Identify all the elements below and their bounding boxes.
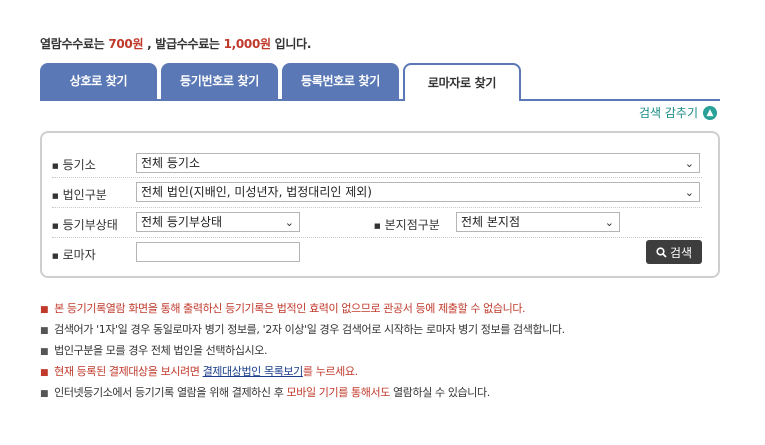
notice-text: 현재 등록된 결제대상을 보시려면 xyxy=(54,365,203,378)
fee-text: 입니다. xyxy=(270,37,312,51)
bullet-icon: ■ xyxy=(52,191,59,200)
search-panel: ■ 등기소 전체 등기소 ⌄ ■ 법인구분 전체 법인(지배인, 미성년자, 법정대… xyxy=(40,131,720,278)
tab-search-by-name[interactable]: 상호로 찾기 xyxy=(40,63,157,101)
chevron-down-icon: ⌄ xyxy=(684,186,694,199)
bullet-icon: ■ xyxy=(52,251,59,260)
corp-type-label: ■ 법인구분 xyxy=(52,186,107,203)
search-button[interactable]: 검색 xyxy=(646,240,702,264)
notice-text: 법인구분을 모를 경우 전체 법인을 선택하십시오. xyxy=(54,344,268,357)
row-romaji: ■ 로마자 xyxy=(52,238,702,268)
corp-type-label-text: 법인구분 xyxy=(62,188,107,202)
reg-status-select[interactable]: 전체 등기부상태 ⌄ xyxy=(136,212,300,232)
row-corp-type: ■ 법인구분 전체 법인(지배인, 미성년자, 법정대리인 제외) ⌄ xyxy=(52,178,702,208)
chevron-down-icon: ⌄ xyxy=(284,216,294,229)
bullet-icon: ■ xyxy=(40,326,49,336)
notice-text-highlight: 모바일 기기를 통해서도 xyxy=(286,386,391,399)
registry-office-select[interactable]: 전체 등기소 ⌄ xyxy=(136,153,700,173)
reg-status-value: 전체 등기부상태 xyxy=(141,215,223,229)
bullet-icon: ■ xyxy=(40,347,49,357)
romaji-input[interactable] xyxy=(136,242,300,262)
notice-item: ■ 현재 등록된 결제대상을 보시려면 결제대상법인 목록보기를 누르세요. xyxy=(40,362,730,383)
registry-office-label: ■ 등기소 xyxy=(52,156,96,173)
row-registry-office: ■ 등기소 전체 등기소 ⌄ xyxy=(52,148,702,178)
notice-item: ■ 본 등기기록열람 화면을 통해 출력하신 등기기록은 법적인 효력이 없으므로… xyxy=(40,299,730,320)
branch-type-label: ■ 본지점구분 xyxy=(374,216,440,233)
notice-text: 검색어가 '1자'일 경우 동일로마자 병기 정보를, '2자 이상'일 경우 … xyxy=(54,323,565,336)
tab-search-by-reg-number[interactable]: 등기번호로 찾기 xyxy=(161,63,278,101)
reg-status-label: ■ 등기부상태 xyxy=(52,216,118,233)
notice-item: ■ 검색어가 '1자'일 경우 동일로마자 병기 정보를, '2자 이상'일 경우… xyxy=(40,320,730,341)
bullet-icon: ■ xyxy=(52,221,59,230)
notice-list: ■ 본 등기기록열람 화면을 통해 출력하신 등기기록은 법적인 효력이 없으므로… xyxy=(40,299,730,404)
notice-item: ■ 인터넷등기소에서 등기기록 열람을 위해 결제하신 후 모바일 기기를 통해서… xyxy=(40,383,730,404)
notice-text: 열람하실 수 있습니다. xyxy=(389,386,490,399)
registry-office-label-text: 등기소 xyxy=(62,158,96,172)
search-button-label: 검색 xyxy=(669,245,693,260)
view-fee-amount: 700원 xyxy=(108,37,144,51)
bullet-icon: ■ xyxy=(40,368,49,378)
bullet-icon: ■ xyxy=(52,161,59,170)
notice-text: 를 누르세요. xyxy=(302,365,358,378)
corp-type-select[interactable]: 전체 법인(지배인, 미성년자, 법정대리인 제외) ⌄ xyxy=(136,182,700,202)
chevron-down-icon: ⌄ xyxy=(604,216,614,229)
romaji-label-text: 로마자 xyxy=(62,248,96,262)
notice-text: 인터넷등기소에서 등기기록 열람을 위해 결제하신 후 xyxy=(54,386,287,399)
branch-type-label-text: 본지점구분 xyxy=(384,218,440,232)
notice-item: ■ 법인구분을 모를 경우 전체 법인을 선택하십시오. xyxy=(40,341,730,362)
bullet-icon: ■ xyxy=(40,389,49,399)
notice-text: 본 등기기록열람 화면을 통해 출력하신 등기기록은 법적인 효력이 없으므로 … xyxy=(54,302,526,315)
reg-status-label-text: 등기부상태 xyxy=(62,218,118,232)
hide-search-label: 검색 감추기 xyxy=(638,106,698,120)
row-status: ■ 등기부상태 전체 등기부상태 ⌄ ■ 본지점구분 전체 본지점 ⌄ xyxy=(52,208,702,238)
search-tabs: 상호로 찾기 등기번호로 찾기 등록번호로 찾기 로마자로 찾기 xyxy=(40,63,720,101)
hide-search-toggle[interactable]: 검색 감추기 ▲ xyxy=(639,104,717,121)
bullet-icon: ■ xyxy=(40,305,49,315)
corp-type-value: 전체 법인(지배인, 미성년자, 법정대리인 제외) xyxy=(141,185,372,199)
registry-office-value: 전체 등기소 xyxy=(141,156,201,170)
tab-search-by-registration-number[interactable]: 등록번호로 찾기 xyxy=(282,63,399,101)
branch-type-value: 전체 본지점 xyxy=(461,215,521,229)
branch-type-select[interactable]: 전체 본지점 ⌄ xyxy=(456,212,620,232)
search-icon xyxy=(656,246,667,258)
chevron-up-icon: ▲ xyxy=(703,105,717,120)
bullet-icon: ■ xyxy=(374,221,381,230)
issue-fee-amount: 1,000원 xyxy=(223,37,272,51)
payment-target-list-link[interactable]: 결제대상법인 목록보기 xyxy=(203,365,304,378)
fee-notice: 열람수수료는 700원 , 발급수수료는 1,000원 입니다. xyxy=(40,35,311,52)
romaji-label: ■ 로마자 xyxy=(52,246,96,263)
tab-search-by-romaji[interactable]: 로마자로 찾기 xyxy=(403,63,521,101)
fee-text: 열람수수료는 xyxy=(40,37,109,51)
chevron-down-icon: ⌄ xyxy=(684,157,694,170)
fee-text: , 발급수수료는 xyxy=(143,37,224,51)
